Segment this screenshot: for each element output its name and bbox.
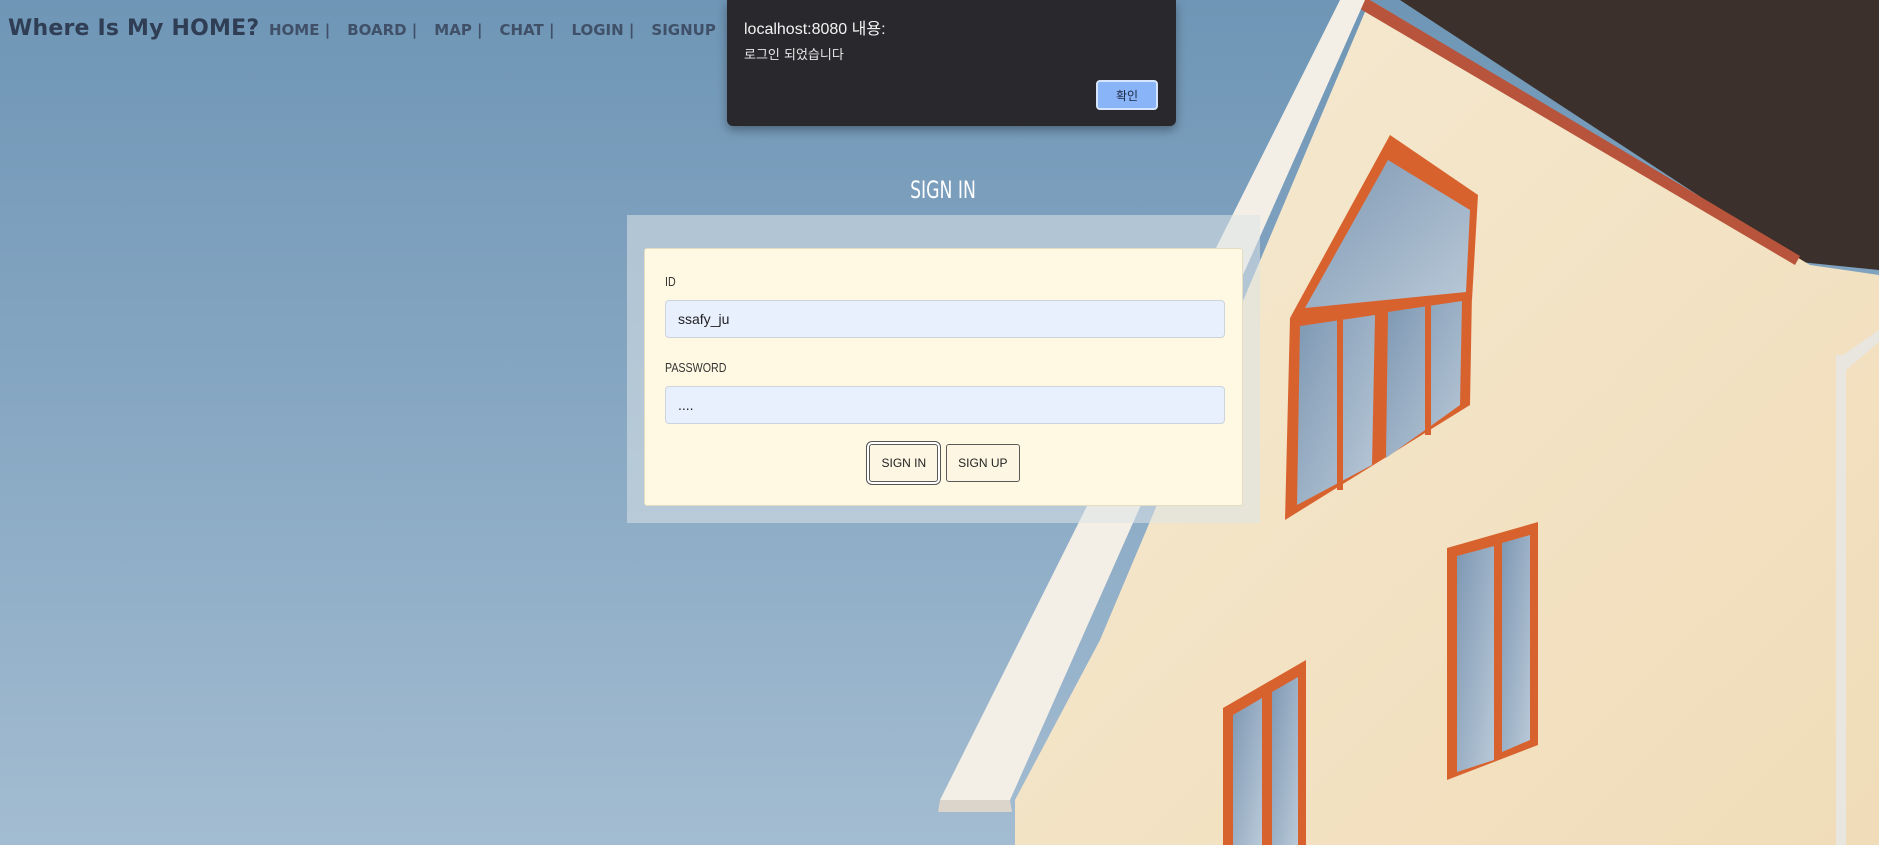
alert-origin: localhost:8080 내용: <box>744 21 886 38</box>
password-input[interactable] <box>665 386 1225 424</box>
nav-link-signup[interactable]: SIGNUP <box>651 21 715 39</box>
nav-link-chat[interactable]: CHAT | <box>500 21 555 39</box>
signin-card: ID PASSWORD SIGN IN SIGN UP <box>644 248 1243 506</box>
mullion <box>1337 320 1343 490</box>
nav-link-login[interactable]: LOGIN | <box>571 21 634 39</box>
id-label: ID <box>665 274 676 289</box>
nav-link-home[interactable]: HOME | <box>269 21 330 39</box>
signin-button-row: SIGN IN SIGN UP <box>645 444 1244 482</box>
password-label: PASSWORD <box>665 360 727 375</box>
lower-right-window-glass <box>1457 546 1494 772</box>
nav-link-board[interactable]: BOARD | <box>347 21 417 39</box>
signup-button[interactable]: SIGN UP <box>946 444 1020 482</box>
alert-message: 로그인 되었습니다 <box>744 48 844 63</box>
signin-button[interactable]: SIGN IN <box>869 444 939 482</box>
brand-logo[interactable]: Where Is My HOME? <box>8 16 259 41</box>
alert-dialog: localhost:8080 내용: 로그인 되었습니다 확인 <box>727 0 1176 126</box>
lower-left-window-glass <box>1272 677 1298 845</box>
page: Where Is My HOME? HOME | BOARD | MAP | C… <box>0 0 1879 845</box>
eave-bottom <box>938 800 1012 812</box>
nav-link-map[interactable]: MAP | <box>434 21 482 39</box>
lower-right-window-glass <box>1502 535 1530 752</box>
lower-left-window-glass <box>1233 698 1262 845</box>
signin-title: SIGN IN <box>910 176 976 204</box>
alert-ok-button[interactable]: 확인 <box>1096 80 1158 110</box>
nav-links: HOME | BOARD | MAP | CHAT | LOGIN | SIGN… <box>269 21 733 39</box>
gutter-pipe <box>1836 355 1846 845</box>
id-input[interactable] <box>665 300 1225 338</box>
mullion <box>1425 305 1431 435</box>
